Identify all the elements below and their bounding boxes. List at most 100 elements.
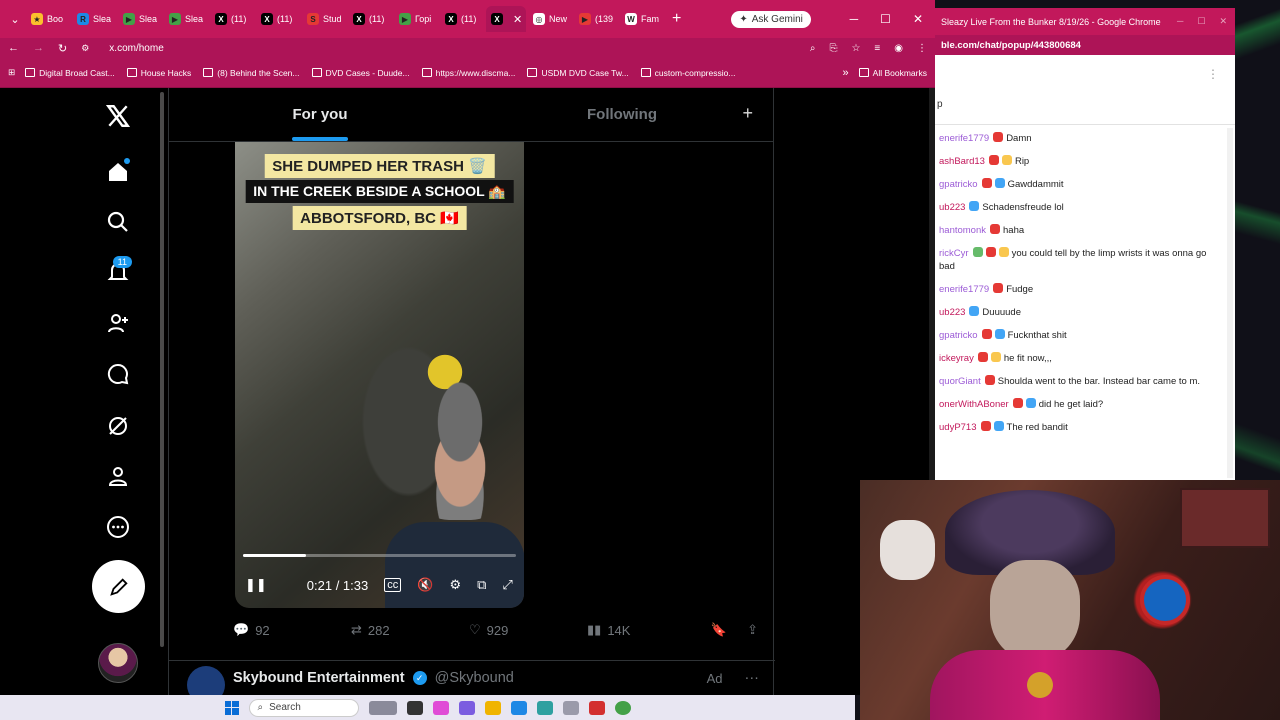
chat-username[interactable]: enerife1779 [939, 284, 989, 295]
close-icon[interactable]: ✕ [913, 12, 923, 26]
minimize-icon[interactable]: ─ [1177, 16, 1183, 27]
bookmark-item[interactable]: https://www.discma... [421, 68, 515, 78]
install-icon[interactable]: ⎘ [829, 43, 837, 54]
chat-username[interactable]: ub223 [939, 307, 965, 318]
bookmarks-overflow-icon[interactable]: » [843, 67, 849, 79]
browser-tab[interactable]: X ✕ [486, 6, 526, 32]
grok-icon[interactable] [94, 406, 142, 446]
task-view-icon[interactable] [406, 700, 423, 715]
more-icon[interactable] [94, 507, 142, 547]
tab-close-icon[interactable]: ✕ [513, 13, 522, 26]
tab-following[interactable]: Following [471, 88, 773, 141]
browser-tab[interactable]: ★ Boo [26, 6, 70, 32]
views-button[interactable]: ▮▮ 14K [587, 622, 705, 638]
next-post-name[interactable]: Skybound Entertainment [233, 670, 405, 686]
minimize-icon[interactable]: ─ [850, 12, 859, 26]
reading-list-icon[interactable]: ≡ [874, 43, 880, 54]
tab-search-icon[interactable]: ⌄ [4, 13, 26, 26]
sidebar-scrollbar[interactable] [160, 92, 164, 647]
widgets-icon[interactable] [368, 700, 397, 715]
app3-icon[interactable] [588, 700, 605, 715]
apps-icon[interactable]: ⊞ [8, 67, 15, 78]
maximize-icon[interactable]: ☐ [880, 12, 891, 26]
search-icon[interactable] [94, 202, 142, 242]
chat-username[interactable]: onerWithABoner [939, 399, 1009, 410]
video-progress-bar[interactable] [243, 554, 516, 557]
bookmark-icon[interactable]: 🔖 [711, 622, 727, 638]
popout-icon[interactable]: ⧉ [477, 577, 486, 593]
profile-icon[interactable]: ◉ [894, 43, 903, 54]
file-explorer-icon[interactable] [484, 700, 501, 715]
edge-icon[interactable] [510, 700, 527, 715]
chat-username[interactable]: ashBard13 [939, 156, 985, 167]
chat-username[interactable]: gpatricko [939, 330, 978, 341]
messages-icon[interactable] [94, 354, 142, 394]
browser-tab[interactable]: ▶ (139 [574, 6, 618, 32]
browser-tab[interactable]: X (11) [348, 6, 392, 32]
add-tab-button[interactable]: + [742, 103, 753, 124]
teams-icon[interactable] [458, 700, 475, 715]
reload-icon[interactable]: ↻ [58, 42, 67, 55]
app2-icon[interactable] [562, 700, 579, 715]
share-icon[interactable]: ⇪ [747, 622, 758, 638]
chat-username[interactable]: ub223 [939, 202, 965, 213]
browser-tab[interactable]: ▶ Slea [118, 6, 162, 32]
chat-username[interactable]: enerife1779 [939, 133, 989, 144]
reply-button[interactable]: 💬 92 [233, 622, 351, 638]
app-icon[interactable] [432, 700, 449, 715]
store-icon[interactable] [536, 700, 553, 715]
repost-button[interactable]: ⇄ 282 [351, 622, 469, 638]
video-player[interactable]: SHE DUMPED HER TRASH 🗑️ IN THE CREEK BES… [235, 142, 524, 608]
pause-icon[interactable]: ❚❚ [245, 577, 267, 593]
settings-icon[interactable]: ⚙ [449, 577, 461, 593]
chat-username[interactable]: hantomonk [939, 225, 986, 236]
chat-username[interactable]: udyP713 [939, 422, 977, 433]
browser-tab[interactable]: W Fam [620, 6, 664, 32]
bookmark-item[interactable]: House Hacks [126, 68, 191, 78]
mute-icon[interactable]: 🔇 [417, 577, 433, 593]
chat-username[interactable]: ickeyray [939, 353, 974, 364]
next-post-handle[interactable]: @Skybound [435, 670, 514, 686]
browser-tab[interactable]: X (11) [440, 6, 484, 32]
windows-start-icon[interactable] [224, 700, 239, 715]
fullscreen-icon[interactable]: ⤢ [502, 577, 512, 593]
bookmark-item[interactable]: Digital Broad Cast... [25, 68, 115, 78]
new-tab-button[interactable]: + [672, 10, 681, 28]
like-button[interactable]: ♡ 929 [469, 622, 587, 638]
bookmark-item[interactable]: (8) Behind the Scen... [203, 68, 300, 78]
x-logo-icon[interactable] [94, 96, 142, 136]
communities-icon[interactable] [94, 303, 142, 343]
post-more-icon[interactable]: ··· [745, 670, 760, 686]
browser-tab[interactable]: ▶ Горі [394, 6, 438, 32]
site-info-icon[interactable]: ⚙ [81, 43, 89, 54]
profile-icon[interactable] [94, 456, 142, 496]
ask-gemini-button[interactable]: ✦ Ask Gemini [731, 10, 811, 28]
bookmark-item[interactable]: DVD Cases - Duude... [311, 68, 410, 78]
browser-tab[interactable]: X (11) [210, 6, 254, 32]
address-bar[interactable]: x.com/home [109, 43, 796, 54]
bookmark-item[interactable]: USDM DVD Case Tw... [527, 68, 629, 78]
browser-tab[interactable]: R Slea [72, 6, 116, 32]
menu-icon[interactable]: ⋮ [917, 43, 927, 54]
notifications-icon[interactable]: 11 [94, 252, 142, 292]
chrome-icon[interactable] [614, 700, 631, 715]
chat-scrollbar[interactable] [1227, 128, 1233, 478]
chat-username[interactable]: rickCyr [939, 248, 969, 259]
browser-tab[interactable]: ▶ Slea [164, 6, 208, 32]
zoom-icon[interactable]: ⌕ [810, 43, 816, 54]
maximize-icon[interactable]: ☐ [1197, 16, 1205, 27]
back-icon[interactable]: ← [8, 42, 19, 54]
home-icon[interactable] [94, 152, 142, 192]
chat-menu-icon[interactable]: ⋮ [1207, 67, 1219, 81]
account-avatar[interactable] [98, 643, 138, 683]
bookmark-item[interactable]: custom-compressio... [640, 68, 735, 78]
browser-tab[interactable]: S Stud [302, 6, 346, 32]
captions-icon[interactable]: cc [384, 578, 402, 592]
browser-tab[interactable]: ◎ New [528, 6, 572, 32]
close-icon[interactable]: ✕ [1219, 16, 1227, 27]
chat-username[interactable]: gpatricko [939, 179, 978, 190]
all-bookmarks[interactable]: All Bookmarks [858, 68, 927, 78]
tab-for-you[interactable]: For you [169, 88, 471, 141]
compose-post-button[interactable] [92, 560, 145, 613]
chat-username[interactable]: quorGiant [939, 376, 981, 387]
